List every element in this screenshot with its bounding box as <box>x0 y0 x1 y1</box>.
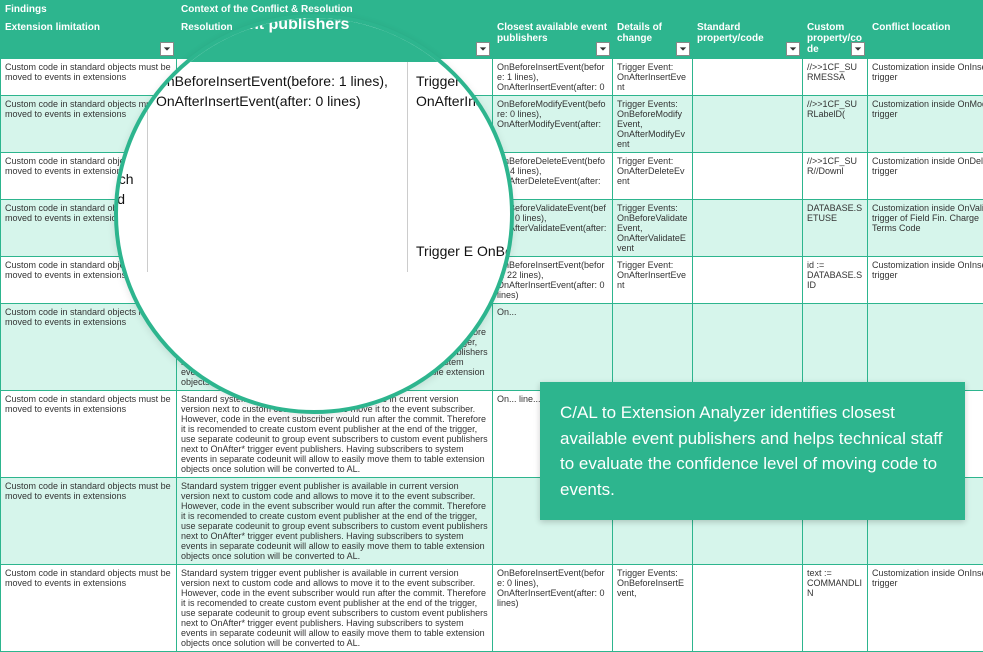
cell-resolution: Standard system trigger event publisher … <box>177 565 493 652</box>
cell-findings: Custom code in standard objects must be … <box>1 478 177 565</box>
header-loc[interactable]: Conflict location <box>868 19 983 59</box>
cell-details: Trigger Event: OnAfterDeleteEvent <box>613 153 693 200</box>
cell-std <box>693 565 803 652</box>
cell-details: Trigger Events: OnBeforeModifyEvent, OnA… <box>613 96 693 153</box>
cell-loc: Customization inside OnDelete trigger <box>868 153 983 200</box>
header-cust[interactable]: Custom property/code <box>803 19 868 59</box>
magnifier-lens: Closest available event publishers Detai… <box>114 14 514 414</box>
cell-std <box>693 200 803 257</box>
lens-mid-text: OnBeforeInsertEvent(before: 1 lines), On… <box>148 62 408 272</box>
cell-closest: OnBeforeInsertEvent(before: 22 lines), O… <box>493 257 613 304</box>
lens-right-text: Trigger Event: OnAfterInsert Trigger E O… <box>408 62 514 272</box>
lens-left-text: t to custom subscriber would er at the e… <box>114 62 148 272</box>
filter-icon[interactable] <box>786 42 800 56</box>
cell-closest: On... <box>493 304 613 391</box>
cell-cust: //>>1CF_SURLabelD( <box>803 96 868 153</box>
cell-details <box>613 304 693 391</box>
cell-loc: Customization inside OnInsert trigger <box>868 565 983 652</box>
lens-header: Closest available event publishers Detai… <box>114 14 514 62</box>
cell-cust: DATABASE.SETUSE <box>803 200 868 257</box>
cell-details: Trigger Events: OnBeforeInsertEvent, <box>613 565 693 652</box>
cell-loc: Customization inside OnInsert trigger <box>868 257 983 304</box>
cell-std <box>693 153 803 200</box>
cell-cust: id := DATABASE.SID <box>803 257 868 304</box>
cell-details: Trigger Event: OnAfterInsertEvent <box>613 257 693 304</box>
cell-cust: //>>1CF_SUR//Downl <box>803 153 868 200</box>
filter-icon[interactable] <box>851 42 865 56</box>
cell-cust: text := COMMANDLIN <box>803 565 868 652</box>
cell-details: Trigger Event: OnAfterInsertEvent <box>613 59 693 96</box>
filter-icon[interactable] <box>676 42 690 56</box>
cell-closest: OnBeforeInsertEvent(before: 1 lines), On… <box>493 59 613 96</box>
cell-resolution: Standard system trigger event publisher … <box>177 478 493 565</box>
cell-closest: OnBeforeInsertEvent(before: 0 lines), On… <box>493 565 613 652</box>
cell-std <box>693 96 803 153</box>
table-row[interactable]: Custom code in standard objects must be … <box>1 565 983 652</box>
cell-closest: OnBeforeModifyEvent(before: 0 lines), On… <box>493 96 613 153</box>
header-closest[interactable]: Closest available event publishers <box>493 19 613 59</box>
header-group-findings: Findings <box>1 1 177 19</box>
cell-loc: Customization inside OnInsert trigger <box>868 59 983 96</box>
explanation-callout: C/AL to Extension Analyzer identifies cl… <box>540 382 965 520</box>
filter-icon[interactable] <box>596 42 610 56</box>
cell-loc: Customization inside OnModify trigger <box>868 96 983 153</box>
cell-loc <box>868 304 983 391</box>
cell-details: Trigger Events: OnBeforeValidateEvent, O… <box>613 200 693 257</box>
cell-std <box>693 257 803 304</box>
cell-findings: Custom code in standard objects must be … <box>1 391 177 478</box>
cell-cust <box>803 304 868 391</box>
cell-std <box>693 304 803 391</box>
cell-cust: //>>1CF_SURMESSA <box>803 59 868 96</box>
header-std[interactable]: Standard property/code <box>693 19 803 59</box>
header-details[interactable]: Details of change <box>613 19 693 59</box>
cell-loc: Customization inside OnValidate trigger … <box>868 200 983 257</box>
cell-findings: Custom code in standard objects must be … <box>1 565 177 652</box>
cell-std <box>693 59 803 96</box>
